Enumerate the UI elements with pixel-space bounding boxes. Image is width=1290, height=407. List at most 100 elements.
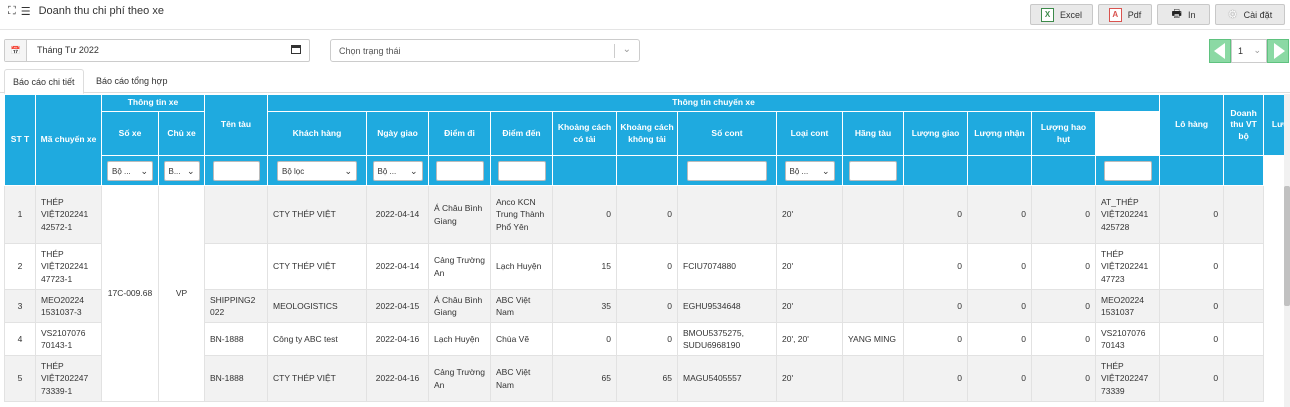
col-revenue: Doanh thu VT bộ [1223, 94, 1265, 156]
tab-detail[interactable]: Báo cáo chi tiết [4, 69, 84, 94]
col-delivered: Lượng giao [903, 111, 968, 156]
group-vehicle-info: Thông tin xe [101, 94, 205, 112]
note-cell [1223, 322, 1265, 356]
filter-cell [490, 155, 553, 186]
cont-no-cell: EGHU9534648 [677, 289, 777, 323]
col-plate: Số xe [101, 111, 159, 156]
cont-type-cell: 20' [776, 243, 843, 290]
stt-cell: 4 [4, 322, 36, 356]
lot-filter[interactable] [1103, 160, 1152, 181]
filter-cell [428, 155, 491, 186]
filter-cell [204, 155, 268, 186]
filter-cell [967, 155, 1032, 186]
col-trip-code: Mã chuyến xe [35, 94, 102, 186]
plate-cell: 17C-009.68 [101, 185, 159, 402]
loaded-distance-cell: 65 [552, 355, 617, 402]
ship-name-filter[interactable] [212, 160, 260, 181]
revenue-cell: 0 [1159, 185, 1225, 244]
print-button[interactable]: 🖶 In [1157, 4, 1210, 25]
collapse-icon[interactable]: ⛶ [8, 4, 16, 18]
pdf-button[interactable]: A Pdf [1098, 4, 1152, 25]
col-origin: Điểm đi [428, 111, 491, 156]
trip-code-cell: THÉP VIỆT202241 42572-1 [35, 185, 102, 244]
note-cell [1223, 355, 1265, 402]
revenue-cell: 0 [1159, 243, 1225, 290]
destination-filter[interactable] [497, 160, 546, 181]
status-separator [614, 44, 615, 58]
customer-filter[interactable]: Bộ lọc ⌄ [277, 160, 357, 181]
settings-button[interactable]: ⚙ Cài đặt [1215, 4, 1285, 25]
loss-cell: 0 [1031, 322, 1096, 356]
top-bar: ⛶ ☰ Doanh thu chi phí theo xe X Excel A … [0, 0, 1290, 30]
cont-no-filter[interactable] [687, 160, 767, 181]
filter-cell [677, 155, 777, 186]
gear-icon: ⚙ [1227, 9, 1238, 21]
status-select[interactable]: Chọn trạng thái ⌄ [330, 39, 640, 62]
chevron-down-icon: ⌄ [1253, 45, 1261, 55]
report-grid: ST T Mã chuyến xe Thông tin xe Tên tàu T… [4, 94, 1284, 407]
table-row[interactable]: 1 THÉP VIỆT202241 42572-1 17C-009.68 VP CTY … [4, 185, 1285, 402]
origin-filter[interactable] [435, 160, 484, 181]
origin-cell: Á Châu Bình Giang [428, 289, 491, 323]
trip-code-cell: THÉP VIỆT202241 47723-1 [35, 243, 102, 290]
print-label: In [1187, 9, 1196, 20]
ship-name-cell: BN-1888 [204, 322, 268, 356]
ship-name-cell [204, 243, 268, 290]
customer-cell: Công ty ABC test [267, 322, 367, 356]
revenue-cell: 0 [1159, 355, 1225, 402]
col-loaded-distance: Khoảng cách có tải [552, 111, 617, 156]
received-cell: 0 [967, 243, 1032, 290]
received-cell: 0 [967, 289, 1032, 323]
empty-distance-cell: 65 [616, 355, 678, 402]
loss-cell: 0 [1031, 185, 1096, 244]
note-cell [1223, 289, 1265, 323]
month-value: Tháng Tư 2022 [37, 45, 99, 55]
filter-cell [1223, 155, 1265, 186]
delivered-cell: 0 [903, 322, 968, 356]
loaded-distance-cell: 15 [552, 243, 617, 290]
lot-cell: AT_THÉP VIỆT202241 425728 [1094, 185, 1161, 244]
destination-cell: Chùa Vẽ [490, 322, 553, 356]
shipping-line-cell [842, 243, 904, 290]
cont-type-cell: 20' [776, 185, 843, 244]
month-picker[interactable]: 📅 Tháng Tư 2022 [4, 39, 310, 62]
customer-cell: CTY THÉP VIỆT [267, 185, 367, 244]
col-received: Lượng nhận [967, 111, 1032, 156]
col-destination: Điểm đến [490, 111, 553, 156]
report-tabs: Báo cáo chi tiết Báo cáo tổng hợp [0, 69, 1290, 94]
date-filter[interactable]: Bộ ... ⌄ [372, 160, 423, 181]
stt-cell: 2 [4, 243, 36, 290]
filter-cell [903, 155, 968, 186]
shipping-line-cell [842, 185, 904, 244]
delivered-cell: 0 [903, 355, 968, 402]
shipping-line-filter[interactable] [849, 160, 897, 181]
tab-summary[interactable]: Báo cáo tổng hợp [88, 69, 175, 93]
plate-filter[interactable]: Bộ ... ⌄ [107, 160, 153, 181]
vertical-scrollbar[interactable] [1284, 94, 1290, 407]
arrow-right-icon[interactable] [1267, 39, 1289, 63]
customer-cell: MEOLOGISTICS [267, 289, 367, 323]
empty-distance-cell: 0 [616, 289, 678, 323]
col-owner: Chủ xe [158, 111, 205, 156]
filter-cell [616, 155, 678, 186]
col-empty-distance: Khoảng cách không tải [616, 111, 678, 156]
cont-no-cell: BMOU5375275, SUDU6968190 [677, 322, 777, 356]
col-shipping-line: Hãng tàu [842, 111, 904, 156]
calendar-icon[interactable] [291, 45, 301, 54]
filter-cell: Bộ ... ⌄ [101, 155, 159, 186]
page-select[interactable]: 1 ⌄ [1231, 39, 1267, 63]
revenue-cell: 0 [1159, 322, 1225, 356]
col-stt: ST T [4, 94, 36, 186]
filter-cell: Bộ lọc ⌄ [267, 155, 367, 186]
trip-code-cell: THÉP VIỆT202247 73339-1 [35, 355, 102, 402]
date-cell: 2022-04-15 [366, 289, 429, 323]
origin-cell: Cảng Trường An [428, 355, 491, 402]
loaded-distance-cell: 0 [552, 322, 617, 356]
owner-filter[interactable]: B... ⌄ [163, 160, 200, 181]
excel-button[interactable]: X Excel [1030, 4, 1093, 25]
arrow-left-icon[interactable] [1209, 39, 1231, 63]
scrollbar-thumb[interactable] [1284, 186, 1290, 306]
shipping-line-cell: YANG MING [842, 322, 904, 356]
cont-type-filter[interactable]: Bộ ... ⌄ [784, 160, 835, 181]
list-icon[interactable]: ☰ [21, 5, 31, 18]
